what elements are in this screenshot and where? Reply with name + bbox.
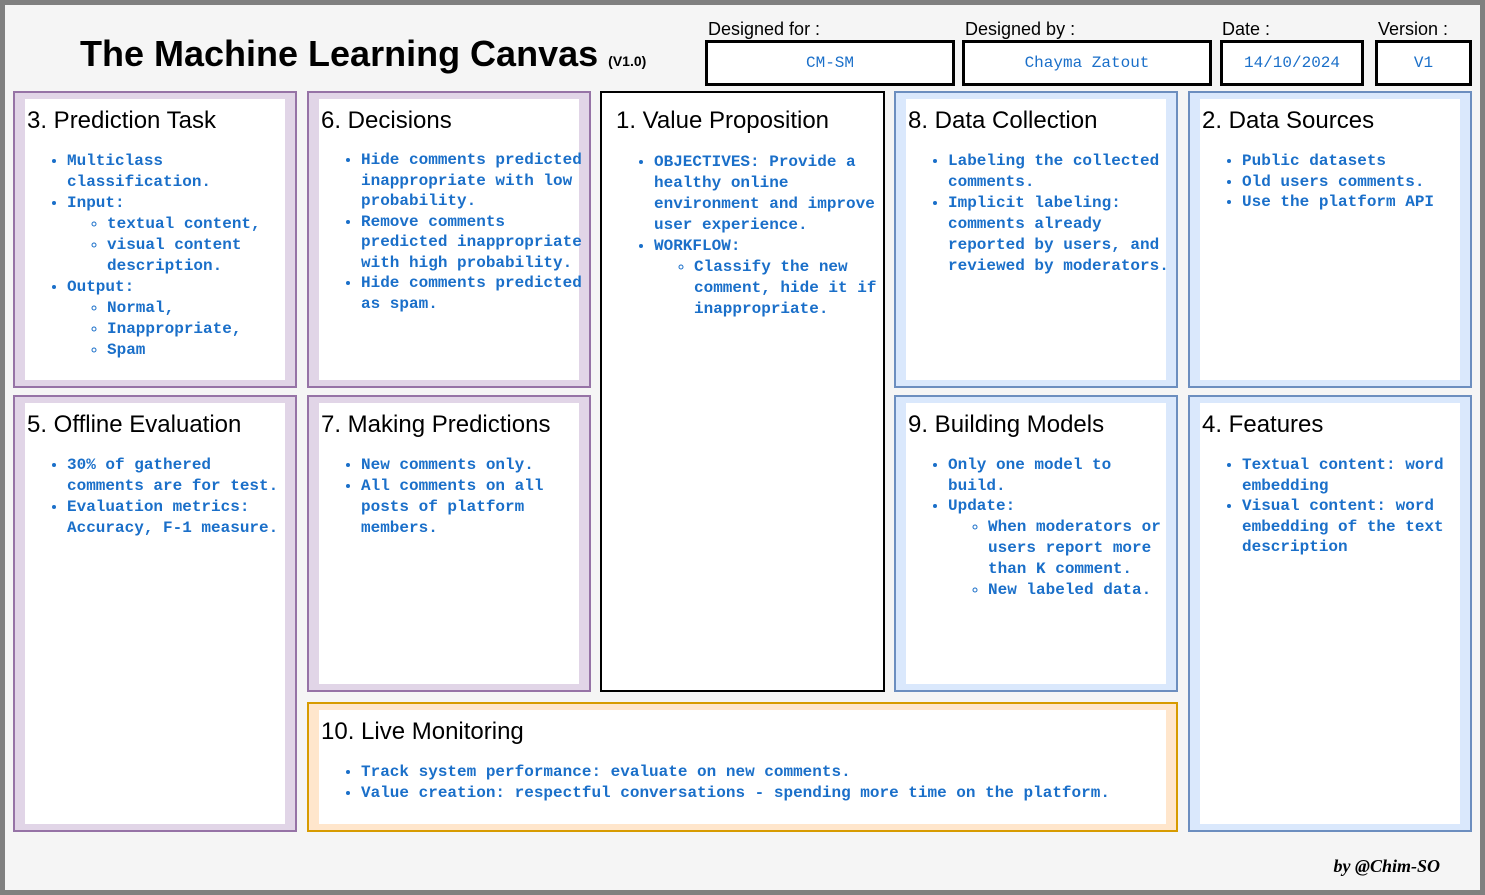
designed-by-label: Designed by : xyxy=(965,19,1076,39)
list-item: Output: Normal, Inappropriate, Spam xyxy=(67,277,291,361)
card-making-predictions: 7. Making Predictions New comments only.… xyxy=(307,395,591,692)
card-prediction-task: 3. Prediction Task Multiclass classifica… xyxy=(13,91,297,388)
sub-list: textual content, visual content descript… xyxy=(107,214,291,277)
list-item-text: Input: xyxy=(67,194,125,212)
sub-list-item: textual content, xyxy=(107,214,291,235)
card-list: Track system performance: evaluate on ne… xyxy=(361,762,1172,804)
version-label: Version : xyxy=(1378,19,1449,39)
card-list: OBJECTIVES: Provide a healthy online env… xyxy=(654,152,879,320)
version-tag: (V1.0) xyxy=(608,53,647,69)
ml-canvas: The Machine Learning Canvas (V1.0) Desig… xyxy=(0,0,1485,895)
sub-list: When moderators or users report more tha… xyxy=(988,517,1172,601)
card-live-monitoring: 10. Live Monitoring Track system perform… xyxy=(307,702,1178,832)
card-features: 4. Features Textual content: word embedd… xyxy=(1188,395,1472,832)
title-text: The Machine Learning Canvas xyxy=(80,33,599,74)
card-title: 8. Data Collection xyxy=(908,107,1098,134)
date-field[interactable]: 14/10/2024 xyxy=(1220,40,1364,86)
list-item: Implicit labeling: comments already repo… xyxy=(948,193,1172,277)
card-list: Only one model to build. Update: When mo… xyxy=(948,455,1172,601)
card-list: Textual content: word embedding Visual c… xyxy=(1242,455,1466,558)
sub-list-item: New labeled data. xyxy=(988,580,1172,601)
author-credit: by @Chim-SO xyxy=(1333,856,1441,876)
sub-list: Normal, Inappropriate, Spam xyxy=(107,298,291,361)
card-list: Labeling the collected comments. Implici… xyxy=(948,151,1172,277)
card-data-sources: 2. Data Sources Public datasets Old user… xyxy=(1188,91,1472,388)
list-item-text: Update: xyxy=(948,497,1016,515)
list-item-text: Output: xyxy=(67,278,135,296)
sub-list-item: Spam xyxy=(107,340,291,361)
card-list: Hide comments predicted inappropriate wi… xyxy=(361,150,585,314)
list-item: Hide comments predicted inappropriate wi… xyxy=(361,150,585,212)
list-item: WORKFLOW: Classify the new comment, hide… xyxy=(654,236,879,320)
sub-list-item: When moderators or users report more tha… xyxy=(988,517,1172,580)
card-inner xyxy=(1200,99,1460,380)
card-list: Multiclass classification. Input: textua… xyxy=(67,151,291,361)
card-title: 2. Data Sources xyxy=(1202,107,1375,134)
version-field[interactable]: V1 xyxy=(1375,40,1472,86)
list-item: Visual content: word embedding of the te… xyxy=(1242,496,1466,558)
designed-for-label: Designed for : xyxy=(708,19,821,39)
list-item-text: WORKFLOW: xyxy=(654,237,741,255)
date-label: Date : xyxy=(1222,19,1271,39)
sub-list-item: visual content description. xyxy=(107,235,291,277)
list-item: Public datasets xyxy=(1242,151,1466,172)
list-item: Evaluation metrics: Accuracy, F-1 measur… xyxy=(67,497,291,539)
card-title: 3. Prediction Task xyxy=(27,107,216,134)
page-title: The Machine Learning Canvas (V1.0) xyxy=(80,33,646,75)
sub-list-item: Normal, xyxy=(107,298,291,319)
card-title: 1. Value Proposition xyxy=(616,107,830,134)
sub-list-item: Classify the new comment, hide it if ina… xyxy=(694,257,879,320)
list-item: Labeling the collected comments. xyxy=(948,151,1172,193)
list-item: Input: textual content, visual content d… xyxy=(67,193,291,277)
list-item: All comments on all posts of platform me… xyxy=(361,476,585,539)
card-list: New comments only. All comments on all p… xyxy=(361,455,585,539)
card-inner xyxy=(319,403,579,684)
card-list: 30% of gathered comments are for test. E… xyxy=(67,455,291,539)
designed-for-field[interactable]: CM-SM xyxy=(705,40,955,86)
card-decisions: 6. Decisions Hide comments predicted ina… xyxy=(307,91,591,388)
list-item: Hide comments predicted as spam. xyxy=(361,273,585,314)
list-item: New comments only. xyxy=(361,455,585,476)
list-item: 30% of gathered comments are for test. xyxy=(67,455,291,497)
card-title: 9. Building Models xyxy=(908,411,1105,438)
card-title: 7. Making Predictions xyxy=(321,411,551,438)
card-offline-evaluation: 5. Offline Evaluation 30% of gathered co… xyxy=(13,395,297,832)
list-item: Value creation: respectful conversations… xyxy=(361,783,1172,804)
list-item: Multiclass classification. xyxy=(67,151,291,193)
designed-by-field[interactable]: Chayma Zatout xyxy=(962,40,1212,86)
card-title: 10. Live Monitoring xyxy=(321,718,524,745)
card-list: Public datasets Old users comments. Use … xyxy=(1242,151,1466,213)
list-item: OBJECTIVES: Provide a healthy online env… xyxy=(654,152,879,236)
card-value-proposition: 1. Value Proposition OBJECTIVES: Provide… xyxy=(600,91,885,692)
list-item: Textual content: word embedding xyxy=(1242,455,1466,496)
card-data-collection: 8. Data Collection Labeling the collecte… xyxy=(894,91,1178,388)
list-item: Update: When moderators or users report … xyxy=(948,496,1172,601)
card-title: 6. Decisions xyxy=(321,107,452,134)
list-item: Use the platform API xyxy=(1242,192,1466,213)
card-title: 5. Offline Evaluation xyxy=(27,411,242,438)
list-item: Track system performance: evaluate on ne… xyxy=(361,762,1172,783)
sub-list: Classify the new comment, hide it if ina… xyxy=(694,257,879,320)
card-building-models: 9. Building Models Only one model to bui… xyxy=(894,395,1178,692)
sub-list-item: Inappropriate, xyxy=(107,319,291,340)
list-item: Remove comments predicted inappropriate … xyxy=(361,212,585,274)
list-item: Old users comments. xyxy=(1242,172,1466,193)
list-item: Only one model to build. xyxy=(948,455,1172,496)
card-title: 4. Features xyxy=(1202,411,1324,438)
